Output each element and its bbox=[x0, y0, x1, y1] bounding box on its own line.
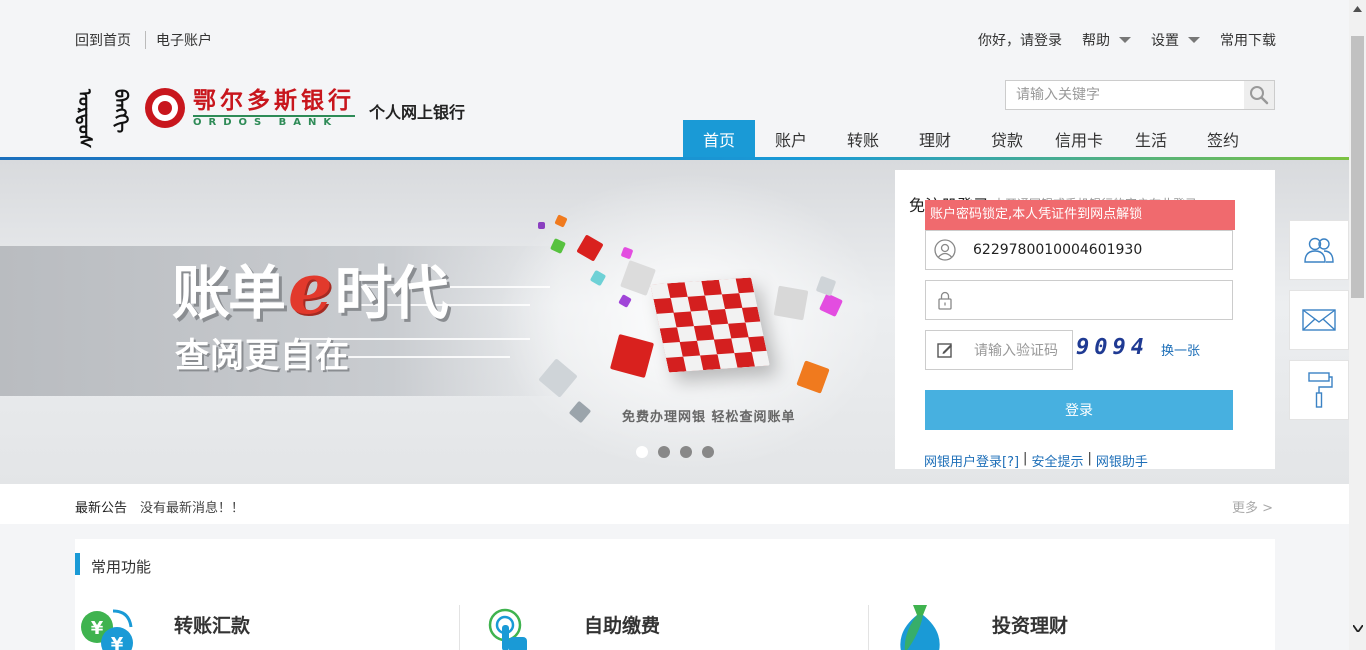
notice-bar: 最新公告 没有最新消息！！ 更多 > bbox=[0, 484, 1349, 524]
checker-cube bbox=[650, 277, 770, 373]
carousel-dot-4[interactable] bbox=[702, 446, 714, 458]
carousel-dot-2[interactable] bbox=[658, 446, 670, 458]
main-nav: 首页 账户 转账 理财 贷款 信用卡 生活 签约 bbox=[683, 120, 1259, 157]
bank-name: 鄂尔多斯银行 ORDOS BANK bbox=[193, 88, 355, 129]
search-input[interactable] bbox=[1006, 81, 1244, 109]
function-self-payment[interactable]: 自助缴费 bbox=[584, 611, 660, 638]
banner-headline-e: e bbox=[288, 247, 333, 330]
settings-label: 设置 bbox=[1151, 33, 1179, 49]
electronic-account-link[interactable]: 电子账户 bbox=[156, 30, 212, 50]
bank-logo[interactable]: ᠣᠷᠳᠣᠰ ᠪᠠᠩᠬᠢ 鄂尔多斯银行 ORDOS BANK 个人网上银行 bbox=[74, 86, 466, 149]
function-transfer[interactable]: 转账汇款 bbox=[174, 611, 250, 638]
common-functions: 常用功能 ¥ ¥ 转账汇款 自助缴费 投资理财 bbox=[75, 539, 1275, 650]
transfer-icon: ¥ ¥ bbox=[81, 609, 133, 650]
vertical-scrollbar[interactable] bbox=[1349, 0, 1366, 650]
user-links: 你好，请登录 帮助 设置 常用下载 bbox=[958, 30, 1276, 50]
lock-icon bbox=[926, 281, 964, 319]
bank-name-en: ORDOS BANK bbox=[193, 116, 339, 128]
message-button[interactable] bbox=[1289, 290, 1349, 350]
search-icon bbox=[1250, 86, 1269, 105]
bank-seal-icon bbox=[145, 88, 185, 128]
separator: | bbox=[1023, 451, 1028, 466]
user-login-link[interactable]: 网银用户登录[?] bbox=[924, 451, 1019, 470]
nav-credit-card[interactable]: 信用卡 bbox=[1043, 120, 1115, 157]
mongolian-text-1: ᠣᠷᠳᠣᠰ bbox=[74, 89, 95, 149]
money-bag-icon bbox=[900, 605, 940, 650]
refresh-captcha-link[interactable]: 换一张 bbox=[1161, 340, 1200, 359]
settings-menu[interactable]: 设置 bbox=[1151, 30, 1200, 50]
carousel-dot-1[interactable] bbox=[636, 446, 648, 458]
user-icon bbox=[926, 231, 964, 269]
security-tips-link[interactable]: 安全提示 bbox=[1031, 451, 1083, 470]
bank-name-cn: 鄂尔多斯银行 bbox=[193, 88, 355, 117]
home-link[interactable]: 回到首页 bbox=[75, 30, 131, 50]
chevron-down-icon bbox=[1188, 37, 1200, 43]
users-icon bbox=[1304, 237, 1334, 263]
account-field[interactable]: 6229780010004601930 bbox=[925, 230, 1233, 270]
login-greeting-link[interactable]: 你好，请登录 bbox=[978, 30, 1062, 50]
nav-transfer[interactable]: 转账 bbox=[827, 120, 899, 157]
nav-account[interactable]: 账户 bbox=[755, 120, 827, 157]
nav-wealth[interactable]: 理财 bbox=[899, 120, 971, 157]
help-menu[interactable]: 帮助 bbox=[1082, 30, 1131, 50]
cube-purple bbox=[538, 222, 545, 229]
nav-life[interactable]: 生活 bbox=[1115, 120, 1187, 157]
helper-link[interactable]: 网银助手 bbox=[1096, 451, 1148, 470]
divider bbox=[145, 31, 146, 49]
paint-roller-icon bbox=[1308, 372, 1333, 408]
mail-icon bbox=[1302, 309, 1336, 331]
site-subtitle: 个人网上银行 bbox=[369, 103, 466, 122]
more-link[interactable]: 更多 > bbox=[1232, 497, 1273, 516]
nav-loans[interactable]: 贷款 bbox=[971, 120, 1043, 157]
edit-icon bbox=[926, 331, 964, 369]
login-panel: 免注册登录 未开通网银或手机银行的客户在此登录 账户密码锁定,本人凭证件到网点解… bbox=[895, 170, 1275, 470]
svg-text:¥: ¥ bbox=[111, 634, 124, 650]
skin-button[interactable] bbox=[1289, 360, 1349, 420]
separator: | bbox=[1087, 451, 1092, 466]
captcha-placeholder: 请输入验证码 bbox=[974, 343, 1058, 359]
scroll-down-arrow-icon[interactable] bbox=[1349, 620, 1366, 637]
captcha-image: 9094 bbox=[1076, 335, 1149, 360]
function-investment[interactable]: 投资理财 bbox=[992, 611, 1068, 638]
error-message: 账户密码锁定,本人凭证件到网点解锁 bbox=[925, 200, 1235, 230]
divider bbox=[459, 605, 460, 650]
account-number: 6229780010004601930 bbox=[973, 242, 1143, 258]
banner-headline-left: 账单 bbox=[172, 259, 286, 327]
carousel-dots bbox=[636, 446, 714, 458]
top-links: 回到首页 电子账户 bbox=[75, 30, 212, 50]
login-links: 网银用户登录[?] | 安全提示 | 网银助手 bbox=[924, 451, 1148, 470]
touch-payment-icon bbox=[488, 608, 527, 650]
help-label: 帮助 bbox=[1082, 33, 1110, 49]
scrollbar-thumb[interactable] bbox=[1351, 36, 1364, 298]
carousel-dot-3[interactable] bbox=[680, 446, 692, 458]
svg-text:¥: ¥ bbox=[91, 618, 104, 639]
banner-headline-right: 时代 bbox=[334, 259, 449, 327]
password-field[interactable] bbox=[925, 280, 1233, 320]
search-box bbox=[1005, 80, 1275, 110]
captcha-field[interactable]: 请输入验证码 bbox=[925, 330, 1073, 370]
downloads-link[interactable]: 常用下载 bbox=[1220, 30, 1276, 50]
page: 回到首页 电子账户 你好，请登录 帮助 设置 常用下载 ᠣᠷᠳᠣᠰ ᠪᠠᠩᠬᠢ … bbox=[0, 0, 1349, 650]
search-button[interactable] bbox=[1244, 81, 1274, 109]
login-button[interactable]: 登录 bbox=[925, 390, 1233, 430]
banner-headline: 账单e时代 bbox=[172, 254, 449, 327]
divider bbox=[868, 605, 869, 650]
section-title: 常用功能 bbox=[91, 558, 152, 576]
banner-tagline: 查阅更自在 bbox=[175, 336, 350, 376]
nav-signing[interactable]: 签约 bbox=[1187, 120, 1259, 157]
mongolian-text-2: ᠪᠠᠩᠬᠢ bbox=[110, 89, 131, 134]
mongolian-script: ᠣᠷᠳᠣᠰ ᠪᠠᠩᠬᠢ bbox=[74, 89, 131, 149]
cube-grey bbox=[773, 285, 809, 321]
section-marker bbox=[75, 553, 80, 575]
banner-caption: 免费办理网银 轻松查阅账单 bbox=[622, 410, 796, 425]
chevron-down-icon bbox=[1119, 37, 1131, 43]
scroll-up-arrow-icon[interactable] bbox=[1349, 0, 1366, 17]
customer-service-button[interactable] bbox=[1289, 220, 1349, 280]
notice-label: 最新公告 bbox=[75, 501, 128, 516]
notice-message: 没有最新消息！！ bbox=[140, 501, 245, 516]
nav-home[interactable]: 首页 bbox=[683, 120, 755, 157]
